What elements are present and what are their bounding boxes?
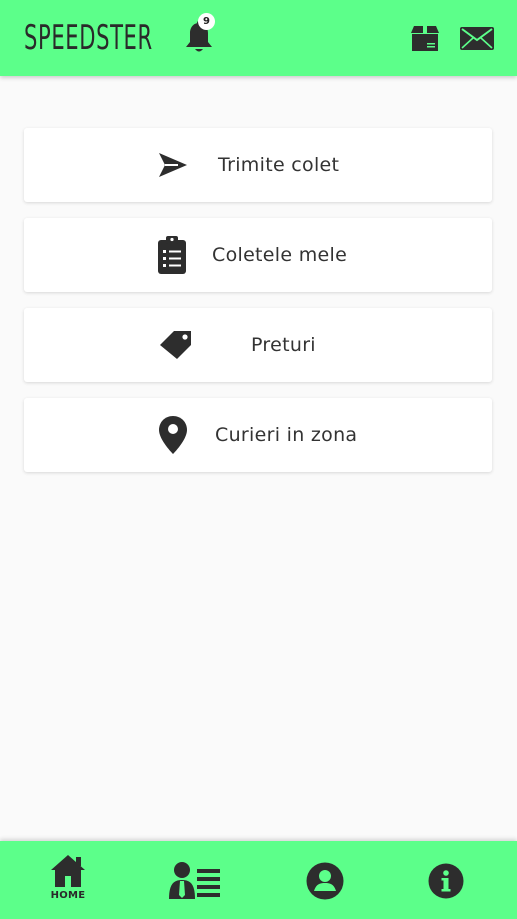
menu-item-nearby-couriers[interactable]: Curieri in zona [24,398,492,472]
nav-account[interactable] [302,841,348,919]
menu-item-label: Coletele mele [212,244,348,266]
app-header: SPEEDSTER 9 [0,0,517,76]
home-icon [51,855,85,887]
price-tag-icon [160,331,191,359]
menu-item-label: Trimite colet [218,154,340,176]
nav-home[interactable]: HOME [40,841,96,919]
nav-couriers[interactable] [165,841,225,919]
mail-icon[interactable] [460,27,494,50]
notification-badge: 9 [198,13,215,30]
nav-home-label: HOME [50,890,86,901]
clipboard-list-icon [158,236,186,274]
menu-item-label: Curieri in zona [215,424,358,446]
menu-item-label: Preturi [251,334,316,356]
menu-item-prices[interactable]: Preturi [24,308,492,382]
paper-plane-icon [159,153,187,177]
courier-list-icon [169,862,220,899]
map-pin-icon [159,416,187,454]
bottom-navigation: HOME [0,841,517,919]
app-logo[interactable]: SPEEDSTER [24,18,153,58]
menu-item-send-parcel[interactable]: Trimite colet [24,128,492,202]
menu-item-my-parcels[interactable]: Coletele mele [24,218,492,292]
package-icon[interactable] [410,24,440,52]
info-icon [428,863,464,899]
user-account-icon [306,862,344,900]
nav-info[interactable] [424,841,468,919]
